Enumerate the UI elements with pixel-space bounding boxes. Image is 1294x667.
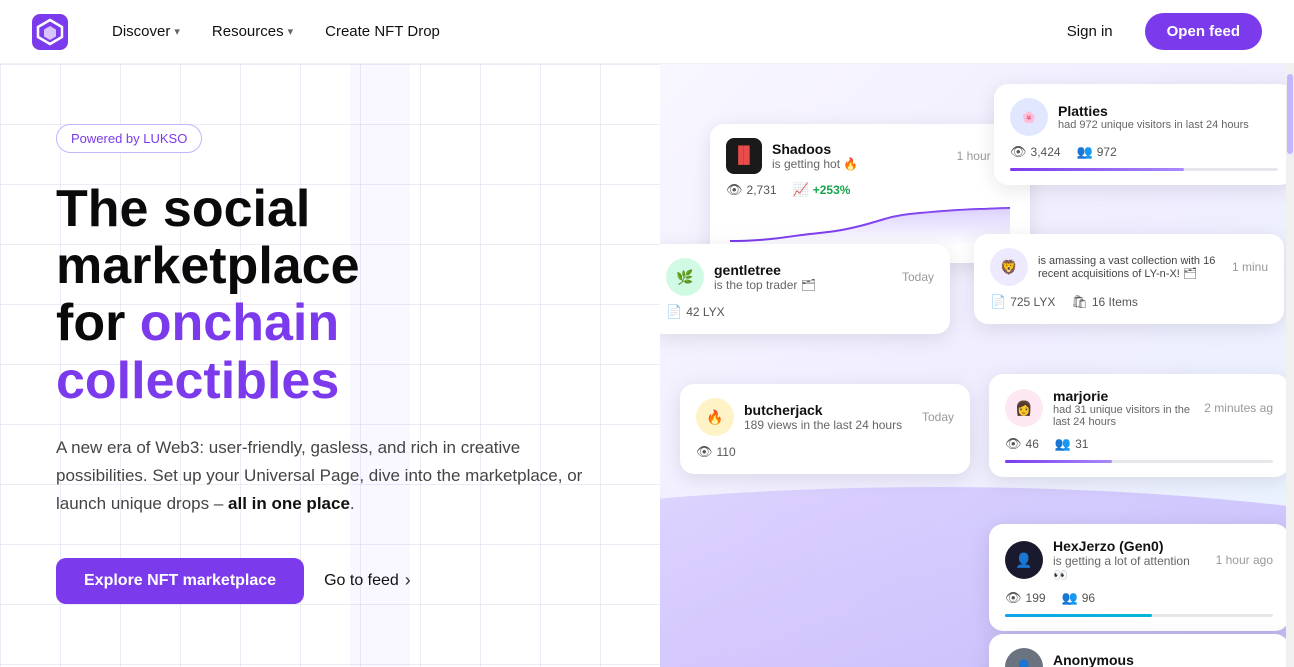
chevron-down-icon: ▾ xyxy=(174,25,180,38)
explore-marketplace-button[interactable]: Explore NFT marketplace xyxy=(56,558,304,604)
chevron-down-icon: ▾ xyxy=(288,25,294,38)
progress-fill xyxy=(1010,168,1184,171)
arrow-right-icon: › xyxy=(405,570,411,591)
navbar: Discover ▾ Resources ▾ Create NFT Drop S… xyxy=(0,0,1294,64)
nav-create-nft-drop[interactable]: Create NFT Drop xyxy=(313,15,452,48)
card-marjorie: 👩 marjorie had 31 unique visitors in the… xyxy=(989,374,1289,477)
progress-bar xyxy=(1010,168,1278,171)
powered-by-badge: Powered by LUKSO xyxy=(56,124,202,153)
chart-icon: 📈 xyxy=(793,182,809,198)
hero-actions: Explore NFT marketplace Go to feed › xyxy=(56,558,604,604)
users-icon: 👥 xyxy=(1062,590,1078,606)
mini-chart xyxy=(726,206,1014,246)
eye-icon: 👁 xyxy=(1010,144,1027,160)
avatar-gentletree: 🌿 xyxy=(666,258,704,296)
card-platties: 🌸 Platties had 972 unique visitors in la… xyxy=(994,84,1294,185)
progress-bar-hexjerzo xyxy=(1005,614,1273,617)
open-feed-button[interactable]: Open feed xyxy=(1145,13,1262,50)
eye-icon: 👁 xyxy=(696,444,713,460)
go-to-feed-button[interactable]: Go to feed › xyxy=(324,570,411,591)
hero-section: Powered by LUKSO The social marketplace … xyxy=(0,64,660,667)
avatar-butcherjack: 🔥 xyxy=(696,398,734,436)
card-gentletree: 🌿 gentletree is the top trader 🗂 Today 📄… xyxy=(660,244,950,334)
nav-right: Sign in Open feed xyxy=(1047,13,1262,50)
users-icon: 👥 xyxy=(1077,144,1093,160)
nav-links: Discover ▾ Resources ▾ Create NFT Drop xyxy=(100,15,1047,48)
card-hexjerzo: 👤 HexJerzo (Gen0) is getting a lot of at… xyxy=(989,524,1289,631)
card-vast-collection: 🦁 is amassing a vast collection with 16 … xyxy=(974,234,1284,324)
hero-description: A new era of Web3: user-friendly, gasles… xyxy=(56,434,604,518)
signin-button[interactable]: Sign in xyxy=(1047,15,1133,48)
avatar-marjorie: 👩 xyxy=(1005,389,1043,427)
doc-icon: 📄 xyxy=(990,294,1006,310)
progress-bar-marjorie xyxy=(1005,460,1273,463)
scrollbar[interactable] xyxy=(1286,64,1294,667)
avatar-anonymous: 👤 xyxy=(1005,648,1043,667)
eye-icon: 👁 xyxy=(726,182,743,198)
card-anonymous: 👤 Anonymous is lead xyxy=(989,634,1289,667)
cards-container: ▐▌ Shadoos is getting hot 🔥 1 hour ago 👁… xyxy=(660,64,1294,667)
avatar-platties: 🌸 xyxy=(1010,98,1048,136)
doc-icon: 📄 xyxy=(666,304,682,320)
bag-icon: 🛍 xyxy=(1071,294,1088,310)
nav-discover[interactable]: Discover ▾ xyxy=(100,15,192,48)
card-butcherjack: 🔥 butcherjack 189 views in the last 24 h… xyxy=(680,384,970,474)
feed-area: ▐▌ Shadoos is getting hot 🔥 1 hour ago 👁… xyxy=(660,64,1294,667)
users-icon: 👥 xyxy=(1055,436,1071,452)
avatar-vast: 🦁 xyxy=(990,248,1028,286)
nav-resources[interactable]: Resources ▾ xyxy=(200,15,305,48)
logo[interactable] xyxy=(32,14,68,50)
main-content: Powered by LUKSO The social marketplace … xyxy=(0,64,1294,667)
avatar-shadoos: ▐▌ xyxy=(726,138,762,174)
scrollbar-thumb[interactable] xyxy=(1287,74,1293,154)
avatar-hexjerzo: 👤 xyxy=(1005,541,1043,579)
hero-title: The social marketplace for onchain colle… xyxy=(56,181,604,410)
eye-icon: 👁 xyxy=(1005,436,1022,452)
eye-icon: 👁 xyxy=(1005,590,1022,606)
